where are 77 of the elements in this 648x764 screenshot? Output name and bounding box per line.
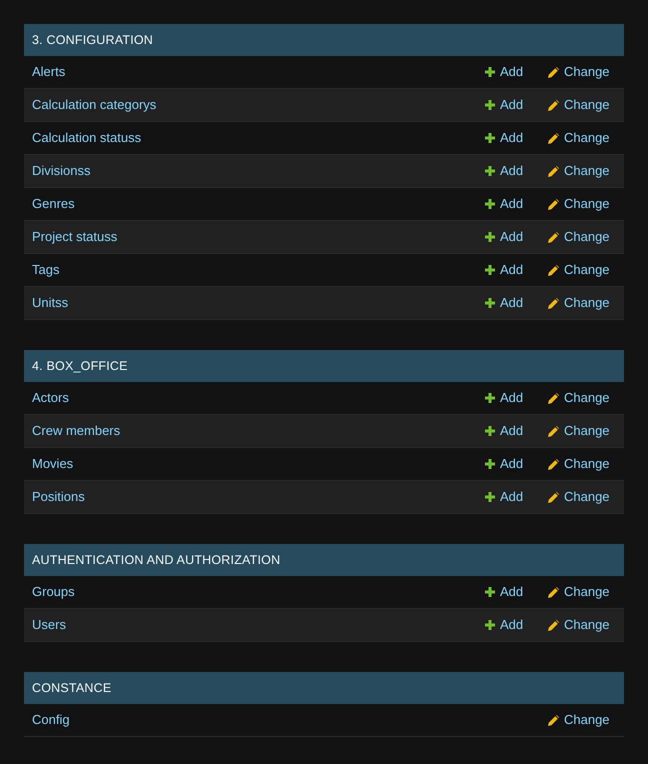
plus-icon <box>485 166 495 176</box>
add-link[interactable]: Add <box>485 64 524 80</box>
pencil-icon <box>548 458 559 470</box>
pencil-icon <box>548 426 559 436</box>
add-link[interactable]: Add <box>485 456 524 472</box>
pencil-icon <box>548 586 559 598</box>
plus-icon <box>485 232 495 242</box>
pencil-icon <box>548 166 559 176</box>
model-link[interactable]: Positions <box>24 489 85 505</box>
section-header[interactable]: 3. CONFIGURATION <box>24 24 624 56</box>
pencil-icon <box>548 100 559 110</box>
add-link[interactable]: Add <box>485 423 524 439</box>
model-link[interactable]: Config <box>24 712 70 728</box>
add-link[interactable]: Add <box>485 390 524 406</box>
model-link[interactable]: Genres <box>24 196 75 212</box>
add-link[interactable]: Add <box>485 617 524 633</box>
change-link[interactable]: Change <box>548 456 610 472</box>
plus-icon <box>485 67 495 77</box>
add-link[interactable]: Add <box>485 584 524 600</box>
model-link[interactable]: Users <box>24 617 66 633</box>
plus-icon <box>485 492 495 502</box>
pencil-icon <box>548 232 559 242</box>
change-link[interactable]: Change <box>548 130 610 146</box>
plus-icon <box>485 298 495 308</box>
model-link[interactable]: Alerts <box>24 64 66 80</box>
model-link[interactable]: Calculation categorys <box>24 97 156 113</box>
change-link[interactable]: Change <box>548 423 610 439</box>
plus-icon <box>485 100 495 110</box>
add-link[interactable]: Add <box>485 130 524 146</box>
model-link[interactable]: Groups <box>24 584 75 600</box>
model-link[interactable]: Actors <box>24 390 69 406</box>
pencil-icon <box>548 264 559 276</box>
pencil-icon <box>548 392 559 404</box>
plus-icon <box>485 265 495 275</box>
section-header[interactable]: CONSTANCE <box>24 672 624 704</box>
change-link[interactable]: Change <box>548 617 610 633</box>
model-link[interactable]: Crew members <box>24 423 120 439</box>
plus-icon <box>485 620 495 630</box>
model-link[interactable]: Movies <box>24 456 74 472</box>
pencil-icon <box>548 132 559 144</box>
add-link[interactable]: Add <box>485 229 524 245</box>
section-header[interactable]: AUTHENTICATION AND AUTHORIZATION <box>24 544 624 576</box>
model-link[interactable]: Unitss <box>24 295 68 311</box>
pencil-icon <box>548 198 559 210</box>
section-header[interactable]: 4. BOX_OFFICE <box>24 350 624 382</box>
add-link[interactable]: Add <box>485 163 524 179</box>
plus-icon <box>485 459 495 469</box>
add-link[interactable]: Add <box>485 97 524 113</box>
plus-icon <box>485 199 495 209</box>
change-link[interactable]: Change <box>548 489 610 505</box>
plus-icon <box>485 426 495 436</box>
change-link[interactable]: Change <box>548 295 610 311</box>
plus-icon <box>485 393 495 403</box>
change-link[interactable]: Change <box>548 262 610 278</box>
add-link[interactable]: Add <box>485 489 524 505</box>
pencil-icon <box>548 620 559 630</box>
model-link[interactable]: Tags <box>24 262 60 278</box>
change-link[interactable]: Change <box>548 64 610 80</box>
change-link[interactable]: Change <box>548 390 610 406</box>
model-link[interactable]: Calculation statuss <box>24 130 142 146</box>
change-link[interactable]: Change <box>548 712 610 728</box>
change-link[interactable]: Change <box>548 196 610 212</box>
pencil-icon <box>548 298 559 308</box>
change-link[interactable]: Change <box>548 229 610 245</box>
model-link[interactable]: Divisionss <box>24 163 91 179</box>
plus-icon <box>485 587 495 597</box>
pencil-icon <box>548 714 559 726</box>
change-link[interactable]: Change <box>548 97 610 113</box>
add-link[interactable]: Add <box>485 262 524 278</box>
pencil-icon <box>548 492 559 502</box>
model-link[interactable]: Project statuss <box>24 229 118 245</box>
add-link[interactable]: Add <box>485 196 524 212</box>
change-link[interactable]: Change <box>548 163 610 179</box>
plus-icon <box>485 133 495 143</box>
add-link[interactable]: Add <box>485 295 524 311</box>
change-link[interactable]: Change <box>548 584 610 600</box>
pencil-icon <box>548 66 559 78</box>
